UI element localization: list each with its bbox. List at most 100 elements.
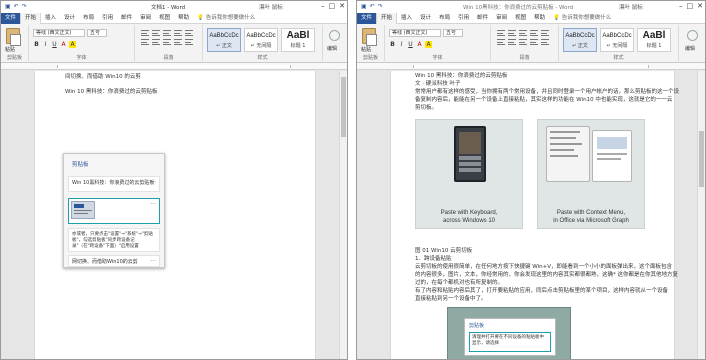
increase-indent-icon[interactable]: [541, 30, 549, 36]
align-right-icon[interactable]: [163, 39, 171, 45]
decrease-indent-icon[interactable]: [174, 30, 182, 36]
style-heading-1[interactable]: AaBl 标题 1: [637, 28, 671, 52]
style-no-spacing[interactable]: AaBbCcDc ↵ 无间隔: [244, 28, 278, 52]
tab-layout[interactable]: 布局: [435, 13, 454, 24]
tab-file[interactable]: 文件: [1, 12, 21, 24]
underline-button[interactable]: U: [51, 41, 58, 48]
tab-references[interactable]: 引用: [98, 13, 117, 24]
tab-help[interactable]: 帮助: [530, 13, 549, 24]
tab-home[interactable]: 开始: [20, 12, 42, 24]
tab-design[interactable]: 设计: [416, 13, 435, 24]
editing-button[interactable]: 编辑: [327, 45, 337, 52]
tab-mailings[interactable]: 邮件: [473, 13, 492, 24]
tab-view[interactable]: 视图: [155, 13, 174, 24]
multilevel-icon[interactable]: [519, 30, 527, 36]
paste-button[interactable]: 粘贴: [361, 46, 371, 53]
highlight-button[interactable]: A: [69, 41, 76, 48]
save-icon[interactable]: ▣: [5, 3, 11, 10]
multilevel-icon[interactable]: [163, 30, 171, 36]
clipboard-item[interactable]: 亦或者，只要点击"设置"→"系统"→"剪贴板"，勾选剪贴板"同步跨设备记录"（在…: [68, 228, 160, 252]
italic-button[interactable]: I: [42, 41, 49, 48]
line-spacing-icon[interactable]: [541, 39, 549, 45]
vertical-scrollbar[interactable]: [339, 71, 347, 359]
tab-file[interactable]: 文件: [357, 12, 377, 24]
paste-button[interactable]: 粘贴: [5, 46, 15, 53]
tell-me-box[interactable]: 💡 告诉我你想要做什么: [549, 13, 615, 24]
underline-button[interactable]: U: [407, 41, 414, 48]
highlight-button[interactable]: A: [425, 41, 432, 48]
bold-button[interactable]: B: [33, 41, 40, 48]
undo-icon[interactable]: ↶: [370, 3, 375, 10]
increase-indent-icon[interactable]: [185, 30, 193, 36]
justify-icon[interactable]: [174, 39, 182, 45]
clipboard-item[interactable]: 网切换、而借助Win10的云剪 ···: [68, 255, 160, 267]
undo-icon[interactable]: ↶: [14, 3, 19, 10]
minimize-icon[interactable]: –: [679, 2, 683, 10]
font-color-button[interactable]: A: [416, 41, 423, 48]
maximize-icon[interactable]: □: [687, 2, 694, 10]
maximize-icon[interactable]: □: [329, 2, 336, 10]
style-heading-1[interactable]: AaBl 标题 1: [281, 28, 315, 52]
tab-mailings[interactable]: 邮件: [117, 13, 136, 24]
document-page[interactable]: 间切换、而借助 Win10 的云剪 Win 10 黑科技：你浪费过的云剪贴板 剪…: [34, 71, 316, 359]
bullets-icon[interactable]: [497, 30, 505, 36]
font-name-box[interactable]: 等线 (西文正文): [33, 29, 85, 37]
tell-me-box[interactable]: 💡 告诉我你想要做什么: [193, 13, 259, 24]
tab-design[interactable]: 设计: [60, 13, 79, 24]
search-icon[interactable]: [329, 30, 340, 41]
font-size-box[interactable]: 五号: [443, 29, 463, 37]
vertical-scrollbar[interactable]: [697, 71, 705, 359]
scrollbar-thumb[interactable]: [699, 131, 704, 187]
align-left-icon[interactable]: [497, 39, 505, 45]
tab-view[interactable]: 视图: [511, 13, 530, 24]
document-line: 过的，在每个都机对也有所复制的。: [415, 280, 504, 286]
tab-help[interactable]: 帮助: [174, 13, 193, 24]
numbering-icon[interactable]: [508, 30, 516, 36]
user-name[interactable]: 漠叶 鼠标: [619, 3, 643, 11]
font-name-box[interactable]: 等线 (西文正文): [389, 29, 441, 37]
align-center-icon[interactable]: [508, 39, 516, 45]
justify-icon[interactable]: [530, 39, 538, 45]
font-size-box[interactable]: 五号: [87, 29, 107, 37]
style-preview: AaBbCcDc: [246, 33, 276, 39]
style-normal[interactable]: AaBbCcDc ↵ 正文: [207, 28, 241, 52]
decrease-indent-icon[interactable]: [530, 30, 538, 36]
clipboard-item-image[interactable]: ···: [68, 198, 160, 224]
style-no-spacing[interactable]: AaBbCcDc ↵ 无间隔: [600, 28, 634, 52]
line-spacing-icon[interactable]: [185, 39, 193, 45]
align-left-icon[interactable]: [141, 39, 149, 45]
redo-icon[interactable]: ↷: [22, 3, 27, 10]
format-buttons: B I U A A: [389, 41, 432, 48]
align-right-icon[interactable]: [519, 39, 527, 45]
italic-button[interactable]: I: [398, 41, 405, 48]
bullets-icon[interactable]: [141, 30, 149, 36]
tab-insert[interactable]: 插入: [41, 13, 60, 24]
close-icon[interactable]: ✕: [339, 2, 345, 10]
tab-references[interactable]: 引用: [454, 13, 473, 24]
tab-home[interactable]: 开始: [376, 12, 398, 24]
user-name[interactable]: 漠叶 鼠标: [259, 3, 283, 11]
tab-review[interactable]: 审阅: [492, 13, 511, 24]
more-options-icon[interactable]: ···: [150, 201, 156, 208]
minimize-icon[interactable]: –: [321, 2, 325, 10]
paste-icon[interactable]: [6, 28, 21, 46]
document-page[interactable]: Win 10 黑科技：你浪费过的云剪贴板 文 · 硬派科技 叶子 常常用户都有这…: [390, 71, 679, 359]
redo-icon[interactable]: ↷: [378, 3, 383, 10]
close-icon[interactable]: ✕: [697, 2, 703, 10]
tab-review[interactable]: 审阅: [136, 13, 155, 24]
font-color-button[interactable]: A: [60, 41, 67, 48]
scrollbar-thumb[interactable]: [341, 77, 346, 137]
clipboard-item[interactable]: Win 10黑科技：你浪费过的云剪贴板 ···: [68, 176, 160, 192]
tab-insert[interactable]: 插入: [397, 13, 416, 24]
tab-layout[interactable]: 布局: [79, 13, 98, 24]
search-icon[interactable]: [687, 30, 698, 41]
save-icon[interactable]: ▣: [361, 3, 367, 10]
more-options-icon[interactable]: ···: [150, 179, 156, 186]
align-center-icon[interactable]: [152, 39, 160, 45]
more-options-icon[interactable]: ···: [150, 258, 156, 265]
paste-icon[interactable]: [362, 28, 377, 46]
numbering-icon[interactable]: [152, 30, 160, 36]
bold-button[interactable]: B: [389, 41, 396, 48]
editing-button[interactable]: 编辑: [685, 45, 695, 52]
style-normal[interactable]: AaBbCcDc ↵ 正文: [563, 28, 597, 52]
